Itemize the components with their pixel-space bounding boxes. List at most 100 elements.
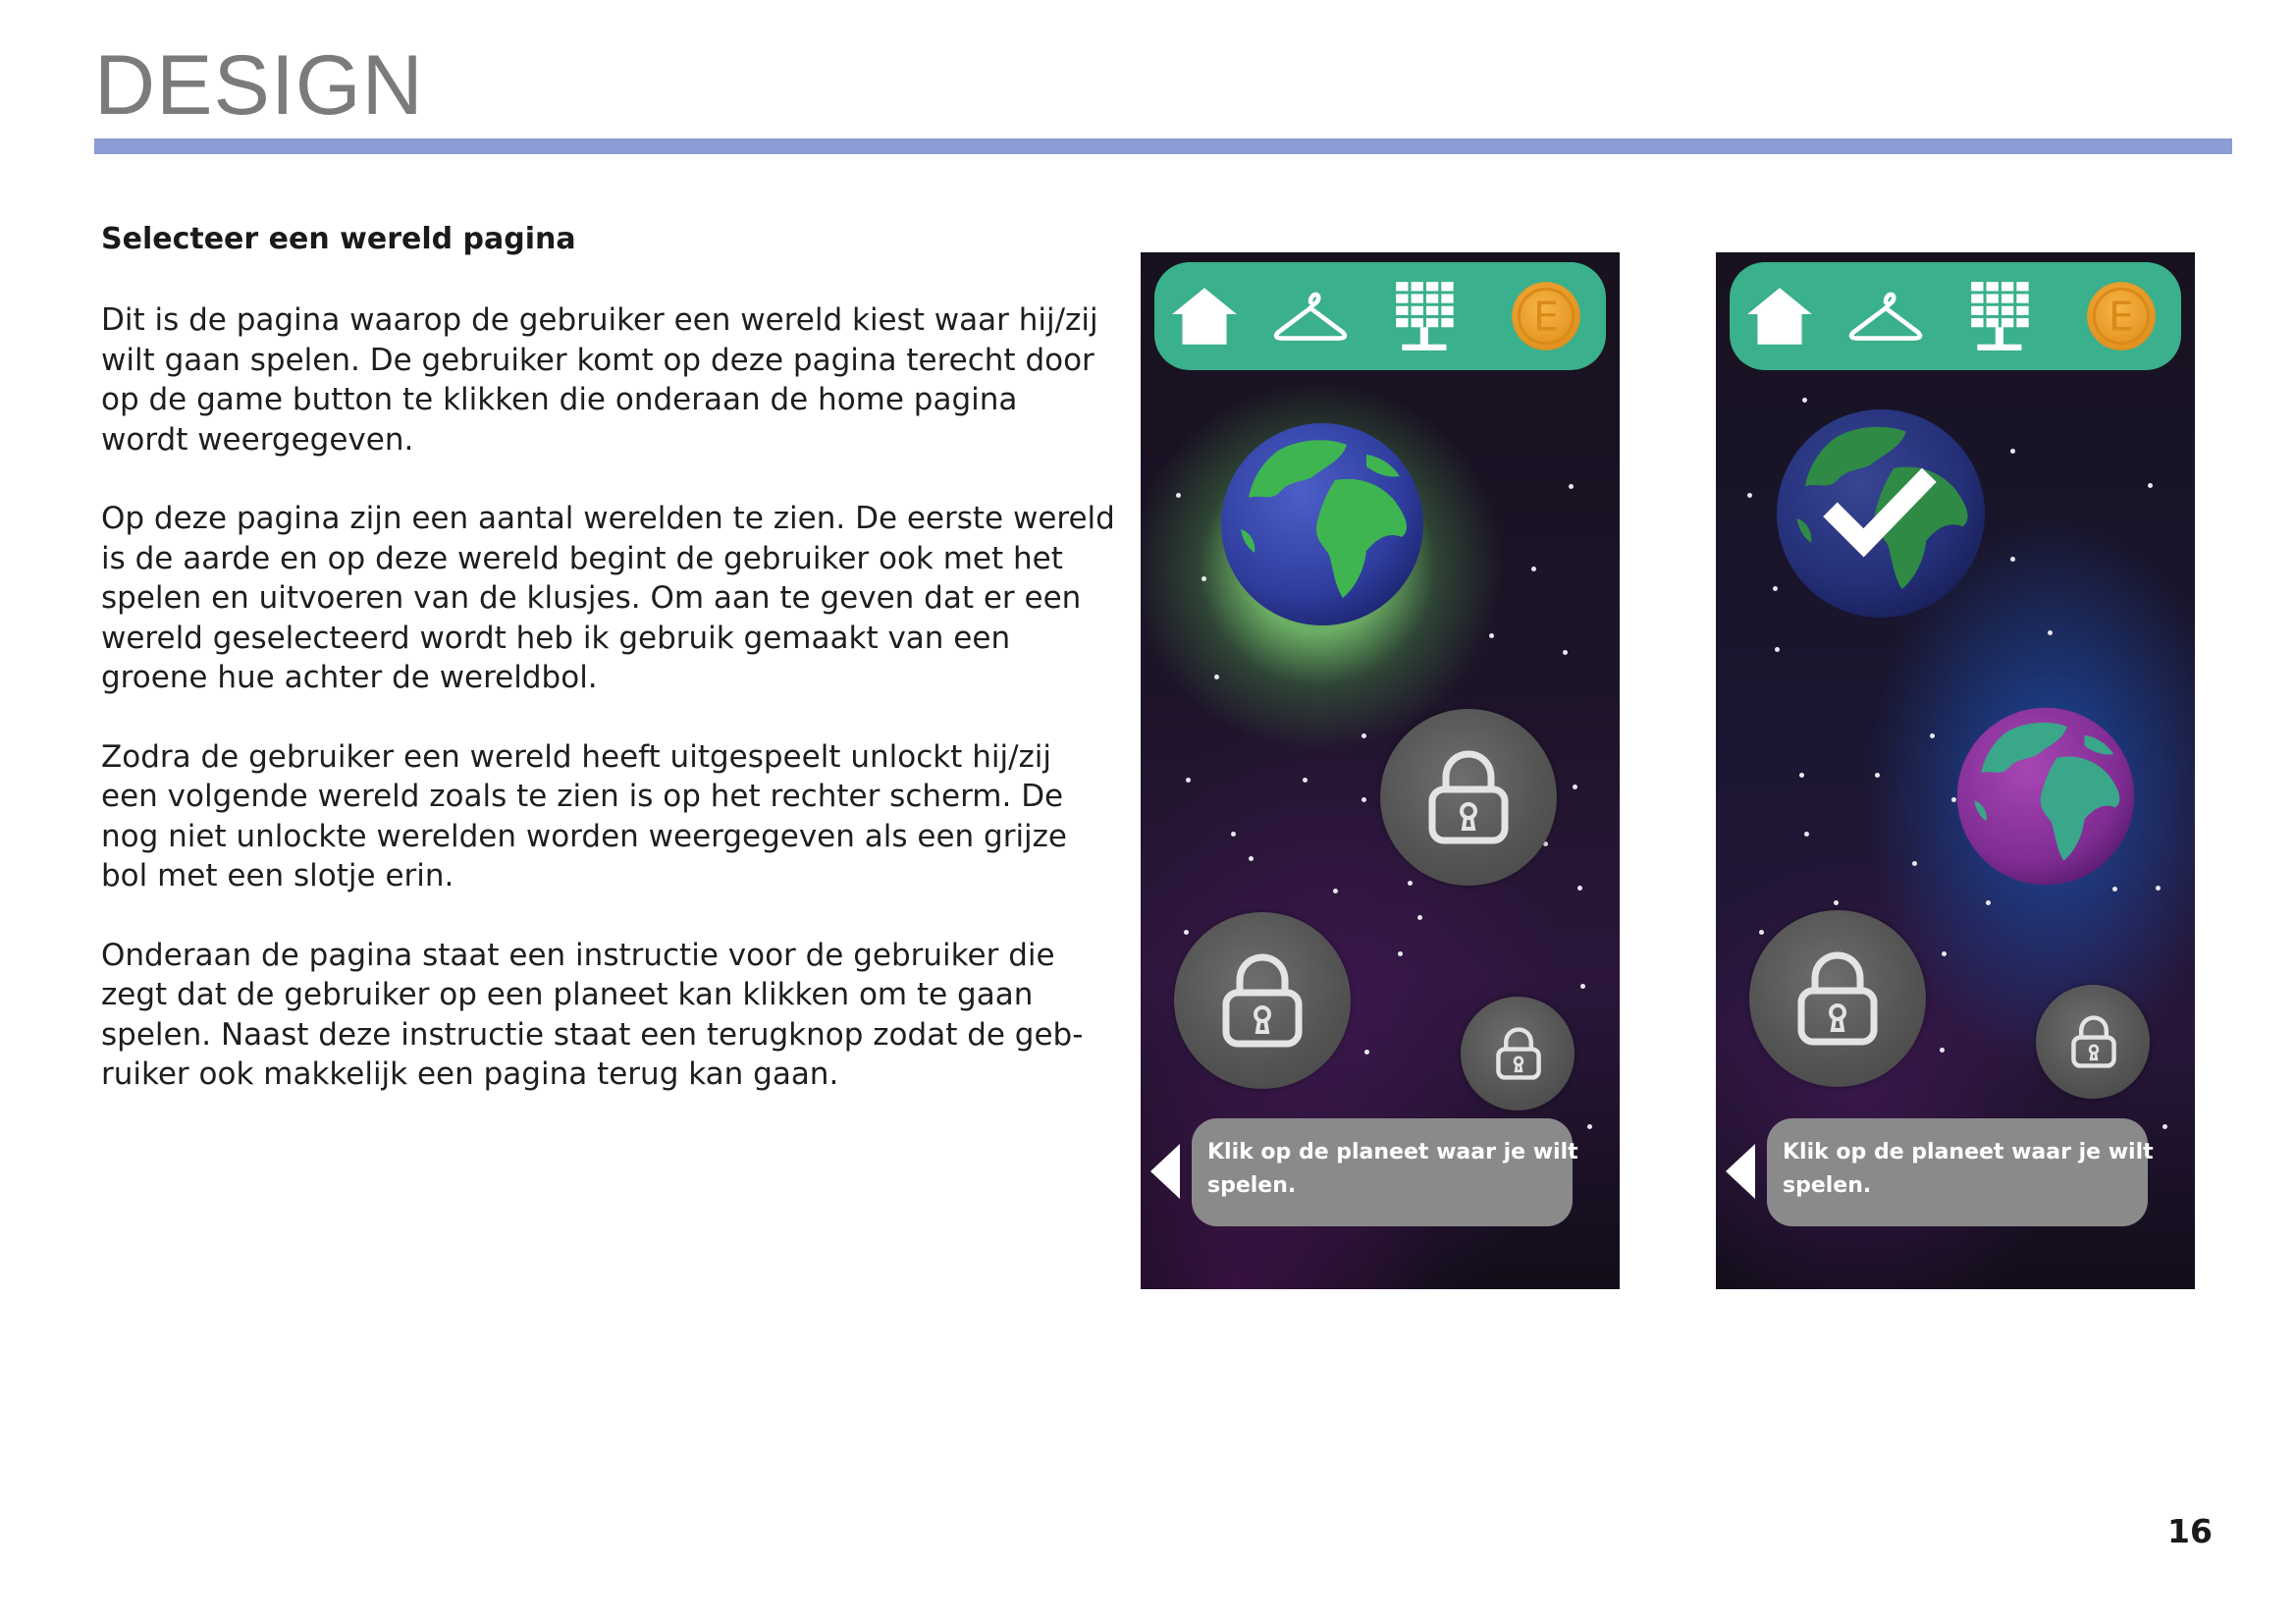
top-navbar: E (1154, 262, 1606, 370)
para-line: Zodra de gebruiker een wereld heeft uitg… (101, 738, 1052, 775)
paragraph-instruction: Onderaan de pagina staat een instructie … (101, 936, 1084, 1095)
locked-world[interactable] (2036, 985, 2150, 1099)
star (2148, 483, 2153, 488)
home-icon[interactable] (1164, 276, 1245, 356)
solar-panel-icon[interactable] (1388, 276, 1468, 356)
locked-world[interactable] (1749, 910, 1926, 1087)
star (1184, 930, 1189, 935)
page-number: 16 (2167, 1512, 2213, 1550)
star (1531, 567, 1536, 571)
locked-world[interactable] (1174, 912, 1351, 1089)
star (1333, 889, 1338, 893)
star (1563, 650, 1568, 655)
star (1249, 856, 1254, 861)
star (1362, 733, 1366, 738)
para-line: Dit is de pagina waarop de gebruiker een… (101, 302, 1098, 338)
star (1804, 832, 1809, 837)
back-arrow-icon[interactable] (1150, 1144, 1180, 1199)
lock-icon (1428, 750, 1509, 844)
star (1912, 861, 1917, 866)
star (1799, 773, 1804, 778)
star (1186, 778, 1191, 783)
star (1580, 984, 1585, 989)
earth-planet-selected[interactable] (1219, 421, 1425, 627)
lock-icon (1496, 1027, 1541, 1080)
instruction-bubble: Klik op de planeet waar je wilt spelen. (1192, 1118, 1578, 1226)
instruction-line: Klik op de planeet waar je wilt (1207, 1140, 1578, 1164)
star (1875, 773, 1880, 778)
star (1834, 900, 1839, 905)
star (1364, 1050, 1369, 1055)
star (1775, 647, 1780, 652)
star (1942, 951, 1947, 956)
star (1398, 951, 1403, 956)
star (1176, 493, 1181, 498)
instruction-line: spelen. (1783, 1173, 1872, 1198)
star (1362, 797, 1366, 802)
instruction-line: spelen. (1207, 1173, 1297, 1198)
star (1577, 886, 1582, 891)
para-line: wereld geselecteerd wordt heb ik gebruik… (101, 620, 1011, 656)
paragraph-worlds: Op deze pagina zijn een aantal werelden … (101, 499, 1115, 698)
purple-planet-unlocked[interactable] (1955, 706, 2136, 887)
star (1417, 915, 1422, 920)
star (2010, 557, 2015, 562)
earth-planet-completed[interactable] (1775, 407, 1987, 620)
para-line: ruiker ook makkelijk een pagina terug ka… (101, 1056, 839, 1092)
para-line: bol met een slotje erin. (101, 858, 454, 893)
para-line: nog niet unlockte werelden worden weerge… (101, 818, 1068, 854)
lock-icon (2071, 1015, 2116, 1068)
home-icon[interactable] (1739, 276, 1820, 356)
star (1231, 832, 1236, 837)
coin-letter: E (1533, 293, 1559, 340)
heading-rule (94, 138, 2232, 154)
star (1802, 398, 1807, 403)
back-arrow-icon[interactable] (1726, 1144, 1755, 1199)
para-line: wilt gaan spelen. De gebruiker komt op d… (101, 342, 1095, 378)
solar-panel-icon[interactable] (1963, 276, 2044, 356)
star (1773, 586, 1778, 591)
paragraph-unlock: Zodra de gebruiker een wereld heeft uitg… (101, 737, 1073, 896)
hanger-icon[interactable] (1845, 276, 1926, 356)
lock-icon (1222, 953, 1303, 1048)
instruction-line: Klik op de planeet waar je wilt (1783, 1140, 2154, 1164)
instruction-bubble: Klik op de planeet waar je wilt spelen. (1767, 1118, 2154, 1226)
star (2112, 887, 2117, 892)
star (1408, 881, 1413, 886)
para-line: zegt dat de gebruiker op een planeet kan… (101, 977, 1034, 1012)
section-subtitle: Selecteer een wereld pagina (101, 222, 576, 256)
page-heading: DESIGN (94, 38, 424, 133)
star (1489, 633, 1494, 638)
star (1930, 733, 1935, 738)
mockup-screen-right: E Klik op de planeet waar je wilt spelen… (1716, 252, 2195, 1289)
para-line: wordt weergegeven. (101, 421, 414, 458)
locked-world[interactable] (1461, 997, 1575, 1110)
star (2048, 630, 2053, 635)
para-line: is de aarde en op deze wereld begint de … (101, 540, 1063, 576)
paragraph-intro: Dit is de pagina waarop de gebruiker een… (101, 300, 1098, 460)
para-line: groene hue achter de wereldbol. (101, 660, 598, 695)
star (1747, 493, 1752, 498)
para-line: spelen. Naast deze instructie staat een … (101, 1016, 1084, 1053)
coin-icon[interactable]: E (1506, 276, 1586, 356)
lock-icon (1797, 951, 1878, 1046)
top-navbar: E (1730, 262, 2181, 370)
star (1303, 778, 1308, 783)
locked-world[interactable] (1380, 709, 1557, 886)
star (1573, 785, 1577, 789)
para-line: Onderaan de pagina staat een instructie … (101, 937, 1055, 973)
star (1569, 484, 1574, 489)
star (1986, 900, 1991, 905)
star (1759, 930, 1764, 935)
coin-icon[interactable]: E (2081, 276, 2162, 356)
hanger-icon[interactable] (1270, 276, 1351, 356)
star (1587, 1124, 1592, 1129)
star (1940, 1048, 1945, 1053)
star (1201, 576, 1206, 581)
coin-letter: E (2109, 293, 2134, 340)
star (2156, 886, 2161, 891)
para-line: Op deze pagina zijn een aantal werelden … (101, 501, 1115, 536)
para-line: een volgende wereld zoals te zien is op … (101, 779, 1064, 814)
mockup-screen-left: E Klik op de planeet waar je wilt spelen… (1141, 252, 1620, 1289)
text-column: Selecteer een wereld pagina Dit is de pa… (101, 216, 1115, 1134)
